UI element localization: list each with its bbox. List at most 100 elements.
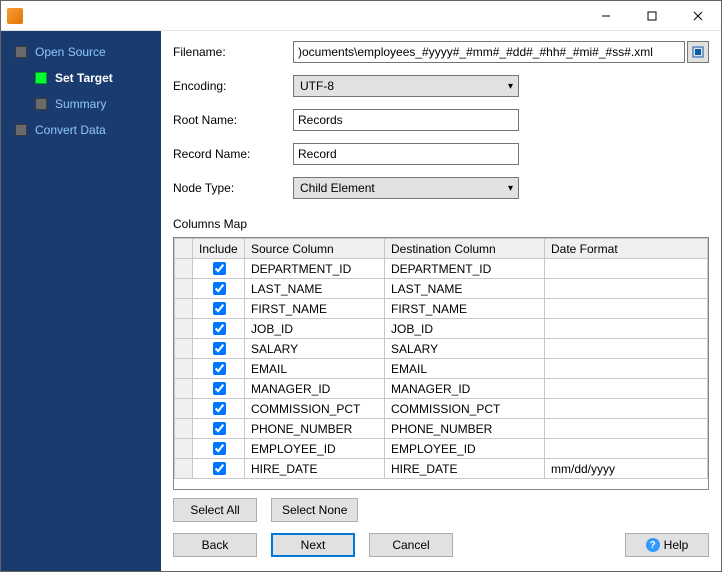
source-column-cell[interactable]: JOB_ID xyxy=(245,319,385,339)
source-column-cell[interactable]: MANAGER_ID xyxy=(245,379,385,399)
destination-column-cell[interactable]: DEPARTMENT_ID xyxy=(385,259,545,279)
include-checkbox[interactable] xyxy=(213,262,226,275)
destination-column-cell[interactable]: MANAGER_ID xyxy=(385,379,545,399)
include-cell[interactable] xyxy=(193,379,245,399)
filename-input[interactable] xyxy=(293,41,685,63)
cancel-button[interactable]: Cancel xyxy=(369,533,453,557)
table-row[interactable]: SALARYSALARY xyxy=(175,339,708,359)
source-column-cell[interactable]: PHONE_NUMBER xyxy=(245,419,385,439)
row-header[interactable] xyxy=(175,439,193,459)
sidebar-item-open-source[interactable]: Open Source xyxy=(5,39,157,65)
row-header[interactable] xyxy=(175,319,193,339)
row-header[interactable] xyxy=(175,339,193,359)
date-format-cell[interactable] xyxy=(545,339,708,359)
row-header[interactable] xyxy=(175,379,193,399)
table-row[interactable]: EMPLOYEE_IDEMPLOYEE_ID xyxy=(175,439,708,459)
next-button[interactable]: Next xyxy=(271,533,355,557)
date-format-cell[interactable] xyxy=(545,319,708,339)
destination-column-cell[interactable]: PHONE_NUMBER xyxy=(385,419,545,439)
include-checkbox[interactable] xyxy=(213,362,226,375)
select-all-button[interactable]: Select All xyxy=(173,498,257,522)
row-header[interactable] xyxy=(175,259,193,279)
include-cell[interactable] xyxy=(193,339,245,359)
date-format-cell[interactable] xyxy=(545,259,708,279)
browse-button[interactable] xyxy=(687,41,709,63)
include-cell[interactable] xyxy=(193,279,245,299)
include-checkbox[interactable] xyxy=(213,462,226,475)
include-cell[interactable] xyxy=(193,359,245,379)
include-cell[interactable] xyxy=(193,459,245,479)
include-cell[interactable] xyxy=(193,419,245,439)
source-column-cell[interactable]: FIRST_NAME xyxy=(245,299,385,319)
date-format-cell[interactable] xyxy=(545,279,708,299)
date-format-cell[interactable] xyxy=(545,299,708,319)
source-column-cell[interactable]: EMPLOYEE_ID xyxy=(245,439,385,459)
include-cell[interactable] xyxy=(193,439,245,459)
include-cell[interactable] xyxy=(193,259,245,279)
row-header[interactable] xyxy=(175,359,193,379)
destination-column-cell[interactable]: COMMISSION_PCT xyxy=(385,399,545,419)
table-row[interactable]: HIRE_DATEHIRE_DATEmm/dd/yyyy xyxy=(175,459,708,479)
include-cell[interactable] xyxy=(193,299,245,319)
nodetype-select[interactable] xyxy=(293,177,519,199)
include-checkbox[interactable] xyxy=(213,402,226,415)
close-button[interactable] xyxy=(675,1,721,31)
include-checkbox[interactable] xyxy=(213,322,226,335)
include-checkbox[interactable] xyxy=(213,442,226,455)
help-button[interactable]: ? Help xyxy=(625,533,709,557)
maximize-button[interactable] xyxy=(629,1,675,31)
include-cell[interactable] xyxy=(193,319,245,339)
source-column-cell[interactable]: SALARY xyxy=(245,339,385,359)
table-row[interactable]: PHONE_NUMBERPHONE_NUMBER xyxy=(175,419,708,439)
table-row[interactable]: LAST_NAMELAST_NAME xyxy=(175,279,708,299)
sidebar-item-summary[interactable]: Summary xyxy=(5,91,157,117)
destination-column-cell[interactable]: EMAIL xyxy=(385,359,545,379)
destination-column-cell[interactable]: SALARY xyxy=(385,339,545,359)
destination-column-cell[interactable]: LAST_NAME xyxy=(385,279,545,299)
rootname-input[interactable] xyxy=(293,109,519,131)
row-header[interactable] xyxy=(175,279,193,299)
date-format-cell[interactable] xyxy=(545,379,708,399)
row-header[interactable] xyxy=(175,459,193,479)
source-column-cell[interactable]: EMAIL xyxy=(245,359,385,379)
source-column-cell[interactable]: DEPARTMENT_ID xyxy=(245,259,385,279)
row-header[interactable] xyxy=(175,399,193,419)
sidebar-item-set-target[interactable]: Set Target xyxy=(5,65,157,91)
date-format-cell[interactable] xyxy=(545,359,708,379)
include-checkbox[interactable] xyxy=(213,422,226,435)
table-row[interactable]: FIRST_NAMEFIRST_NAME xyxy=(175,299,708,319)
include-checkbox[interactable] xyxy=(213,342,226,355)
include-checkbox[interactable] xyxy=(213,382,226,395)
source-column-cell[interactable]: LAST_NAME xyxy=(245,279,385,299)
date-format-cell[interactable] xyxy=(545,399,708,419)
date-format-cell[interactable]: mm/dd/yyyy xyxy=(545,459,708,479)
include-checkbox[interactable] xyxy=(213,282,226,295)
row-header[interactable] xyxy=(175,419,193,439)
include-cell[interactable] xyxy=(193,399,245,419)
destination-column-cell[interactable]: EMPLOYEE_ID xyxy=(385,439,545,459)
table-row[interactable]: COMMISSION_PCTCOMMISSION_PCT xyxy=(175,399,708,419)
col-header-include[interactable]: Include xyxy=(193,239,245,259)
source-column-cell[interactable]: COMMISSION_PCT xyxy=(245,399,385,419)
include-checkbox[interactable] xyxy=(213,302,226,315)
col-header-date-format[interactable]: Date Format xyxy=(545,239,708,259)
minimize-button[interactable] xyxy=(583,1,629,31)
table-row[interactable]: JOB_IDJOB_ID xyxy=(175,319,708,339)
encoding-select[interactable] xyxy=(293,75,519,97)
destination-column-cell[interactable]: FIRST_NAME xyxy=(385,299,545,319)
recordname-input[interactable] xyxy=(293,143,519,165)
destination-column-cell[interactable]: HIRE_DATE xyxy=(385,459,545,479)
select-none-button[interactable]: Select None xyxy=(271,498,358,522)
col-header-source[interactable]: Source Column xyxy=(245,239,385,259)
table-row[interactable]: MANAGER_IDMANAGER_ID xyxy=(175,379,708,399)
date-format-cell[interactable] xyxy=(545,439,708,459)
col-header-destination[interactable]: Destination Column xyxy=(385,239,545,259)
back-button[interactable]: Back xyxy=(173,533,257,557)
table-row[interactable]: EMAILEMAIL xyxy=(175,359,708,379)
source-column-cell[interactable]: HIRE_DATE xyxy=(245,459,385,479)
sidebar-item-convert-data[interactable]: Convert Data xyxy=(5,117,157,143)
columns-grid[interactable]: Include Source Column Destination Column… xyxy=(173,237,709,490)
row-header[interactable] xyxy=(175,299,193,319)
destination-column-cell[interactable]: JOB_ID xyxy=(385,319,545,339)
date-format-cell[interactable] xyxy=(545,419,708,439)
